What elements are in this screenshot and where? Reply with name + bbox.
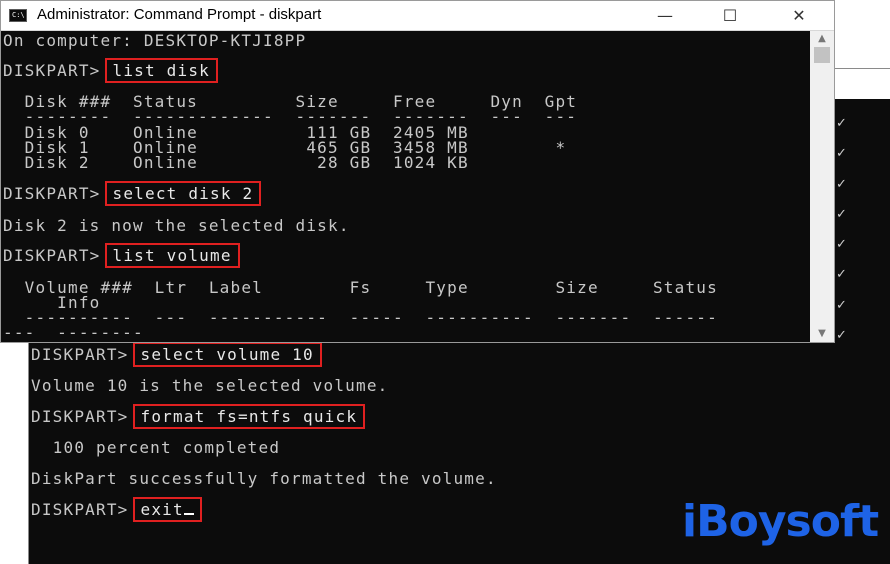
minimize-icon: — — [657, 6, 673, 25]
chevron-down-icon: ▼ — [818, 328, 826, 339]
minimize-button[interactable]: — — [643, 1, 687, 31]
scroll-down-button[interactable]: ▼ — [810, 326, 834, 342]
close-icon: ✕ — [792, 6, 806, 25]
scroll-thumb[interactable] — [814, 47, 830, 63]
highlighted-command: list disk — [104, 58, 218, 83]
window-title: Administrator: Command Prompt - diskpart — [37, 6, 322, 23]
prompt-line-list-disk: DISKPART> list disk — [3, 58, 218, 83]
check-icon: ✓ — [836, 116, 847, 131]
table-row: Disk 2 Online 28 GB 1024 KB — [3, 153, 469, 172]
highlighted-command: format fs=ntfs quick — [132, 404, 366, 429]
check-icon: ✓ — [836, 237, 847, 253]
output-disk-selected: Disk 2 is now the selected disk. — [3, 216, 350, 235]
prompt-line-format: DISKPART> format fs=ntfs quick — [31, 404, 366, 429]
maximize-icon: ☐ — [722, 6, 738, 25]
window-titlebar[interactable]: C:\ Administrator: Command Prompt - disk… — [1, 1, 834, 31]
output-formatted: DiskPart successfully formatted the volu… — [31, 469, 497, 488]
check-icon: ✓ — [836, 206, 847, 222]
prompt-line-exit[interactable]: DISKPART> exit — [31, 497, 202, 522]
background-check-column: ✓ ✓ ✓ ✓ ✓ ✓ ✓ ✓ — [836, 109, 850, 351]
check-icon: ✓ — [836, 328, 847, 344]
check-icon: ✓ — [836, 146, 847, 162]
output-progress: 100 percent completed — [31, 438, 281, 457]
prompt-line-select-volume: DISKPART> select volume 10 — [31, 342, 322, 367]
text-cursor — [183, 513, 194, 515]
highlighted-command: list volume — [104, 243, 240, 268]
prompt: DISKPART> — [31, 500, 129, 519]
volume-table-header: Volume ### Ltr Label Fs Type Size Status — [3, 278, 718, 297]
volume-table-separator-wrap: --- -------- — [3, 323, 144, 342]
command-prompt-window[interactable]: C:\ Administrator: Command Prompt - disk… — [0, 0, 835, 343]
chevron-up-icon: ▲ — [818, 33, 826, 44]
prompt: DISKPART> — [3, 246, 101, 265]
highlighted-command[interactable]: exit — [132, 497, 202, 522]
maximize-button[interactable]: ☐ — [708, 1, 752, 31]
exit-command: exit — [140, 500, 184, 519]
command-prompt-icon: C:\ — [9, 9, 27, 22]
prompt: DISKPART> — [3, 61, 101, 80]
prompt: DISKPART> — [31, 407, 129, 426]
prompt-line-select-disk: DISKPART> select disk 2 — [3, 181, 262, 206]
prompt: DISKPART> — [3, 184, 101, 203]
iboysoft-logo: iBoysoft — [682, 496, 879, 547]
check-icon: ✓ — [836, 176, 847, 192]
check-icon: ✓ — [836, 267, 847, 283]
scroll-up-button[interactable]: ▲ — [810, 31, 834, 47]
vertical-scrollbar[interactable]: ▲ ▼ — [810, 31, 834, 342]
highlighted-command: select volume 10 — [132, 342, 322, 367]
check-icon: ✓ — [836, 297, 847, 313]
output-volume-selected: Volume 10 is the selected volume. — [31, 376, 389, 395]
prompt: DISKPART> — [31, 345, 129, 364]
highlighted-command: select disk 2 — [104, 181, 262, 206]
close-button[interactable]: ✕ — [777, 1, 821, 31]
output-computer: On computer: DESKTOP-KTJI8PP — [3, 31, 307, 50]
prompt-line-list-volume: DISKPART> list volume — [3, 243, 240, 268]
